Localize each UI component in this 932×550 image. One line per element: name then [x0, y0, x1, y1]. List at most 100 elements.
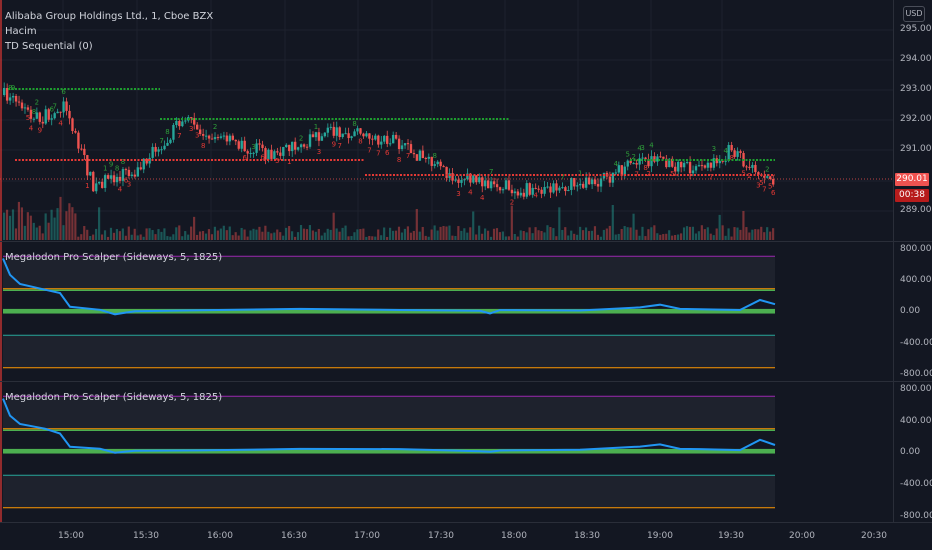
volume-bar	[730, 236, 733, 240]
volume-bar	[570, 230, 573, 240]
volume-bar	[296, 232, 300, 240]
candle-body	[748, 166, 751, 168]
volume-bar	[187, 234, 190, 240]
time-tick: 20:30	[861, 531, 887, 541]
candle-body	[679, 161, 683, 168]
candle-body	[163, 145, 166, 150]
td-sequential-legend[interactable]: TD Sequential (0)	[5, 41, 93, 52]
td-count-label: 7	[376, 150, 380, 158]
volume-bar	[386, 236, 389, 240]
volume-bar	[246, 236, 249, 240]
candle-body	[32, 118, 36, 120]
candle-body	[546, 186, 549, 188]
volume-bar	[712, 235, 715, 240]
candle-body	[552, 183, 555, 193]
time-tick: 19:30	[718, 531, 744, 541]
time-tick: 16:30	[281, 531, 307, 541]
volume-bar	[498, 232, 502, 240]
volume-bar	[20, 207, 23, 240]
volume-legend[interactable]: Hacim	[5, 26, 37, 37]
candle-body	[17, 101, 21, 103]
volume-bar	[733, 227, 736, 240]
volume-bar	[573, 233, 576, 240]
td-count-label: 3	[712, 145, 716, 153]
volume-bar	[629, 227, 632, 240]
candle-body	[632, 163, 635, 165]
candle-body	[329, 126, 332, 128]
oscillator-pane-1[interactable]: Megalodon Pro Scalper (Sideways, 5, 1825…	[0, 242, 893, 381]
volume-bar	[204, 233, 208, 240]
volume-bar	[650, 227, 653, 240]
time-tick: 18:30	[574, 531, 600, 541]
candle-body	[745, 166, 748, 168]
td-count-label: 4	[533, 191, 538, 199]
price-chart[interactable]: 8954829674611 9 8486378 73382636 5 12139 7887 7…	[0, 0, 893, 241]
candle-body	[106, 175, 110, 179]
candle-body	[371, 138, 374, 140]
volume-bar	[359, 229, 362, 240]
candle-body	[377, 135, 380, 145]
candle-body	[151, 146, 154, 158]
candle-body	[23, 107, 27, 109]
td-count-label: 7	[177, 132, 181, 140]
time-axis[interactable]: 15:00 15:30 16:00 16:30 17:00 17:30 18:0…	[0, 523, 932, 550]
candle-body	[154, 146, 157, 152]
candle-body	[201, 134, 205, 136]
volume-bar	[531, 233, 534, 240]
oscillator-title-2[interactable]: Megalodon Pro Scalper (Sideways, 5, 1825…	[5, 392, 222, 403]
td-count-label: 2	[299, 134, 303, 142]
volume-bar	[3, 212, 6, 240]
candle-body	[406, 143, 410, 145]
volume-bar	[115, 229, 118, 240]
candle-body	[700, 165, 704, 167]
oscillator-axis-2[interactable]: 800.00 400.00 0.00 -400.00 -800.00	[893, 382, 932, 522]
candle-body	[617, 165, 620, 173]
candle-body	[347, 133, 350, 139]
volume-bar	[454, 235, 457, 240]
candle-body	[175, 120, 178, 125]
candle-body	[659, 156, 662, 158]
candle-body	[709, 162, 713, 168]
candle-body	[103, 175, 107, 188]
candle-body	[540, 189, 543, 194]
td-count-label: 5	[26, 114, 30, 122]
oscillator-pane-2[interactable]: Megalodon Pro Scalper (Sideways, 5, 1825…	[0, 382, 893, 522]
candle-body	[763, 175, 766, 178]
oscillator-chart-2[interactable]	[0, 382, 893, 522]
volume-bar	[623, 226, 626, 240]
volume-bar	[320, 235, 323, 240]
volume-bar	[169, 236, 172, 240]
candle-body	[335, 127, 338, 136]
candle-body	[418, 150, 422, 161]
oscillator-axis-1[interactable]: 800.00 400.00 0.00 -400.00 -800.00	[893, 242, 932, 381]
volume-bar	[481, 233, 484, 240]
price-axis[interactable]: 295.00 294.00 293.00 292.00 291.00 289.0…	[893, 0, 932, 241]
volume-bar	[460, 230, 463, 240]
candle-body	[344, 133, 347, 135]
candle-body	[427, 156, 430, 159]
volume-bar	[314, 231, 317, 240]
candle-body	[288, 144, 291, 152]
volume-bar	[92, 234, 95, 240]
candle-body	[688, 162, 692, 174]
volume-bar	[516, 236, 519, 240]
candle-body	[267, 149, 270, 160]
candle-body	[685, 162, 689, 164]
volume-bar	[190, 226, 193, 240]
td-count-label: 3	[189, 125, 193, 133]
candle-body	[608, 176, 612, 183]
candle-body	[478, 177, 481, 183]
volume-bar	[504, 236, 507, 240]
volume-bar	[308, 225, 311, 240]
currency-button[interactable]: USD	[903, 6, 925, 22]
candle-body	[769, 176, 772, 180]
volume-bar	[584, 227, 588, 240]
volume-bar	[317, 228, 320, 240]
candle-body	[279, 152, 282, 156]
oscillator-title-1[interactable]: Megalodon Pro Scalper (Sideways, 5, 1825…	[5, 252, 222, 263]
price-pane[interactable]: 8954829674611984863787338263651213978877…	[0, 0, 893, 241]
volume-bar	[552, 228, 555, 240]
volume-bar	[68, 203, 71, 240]
volume-bar	[98, 207, 101, 240]
volume-bar	[184, 231, 187, 240]
